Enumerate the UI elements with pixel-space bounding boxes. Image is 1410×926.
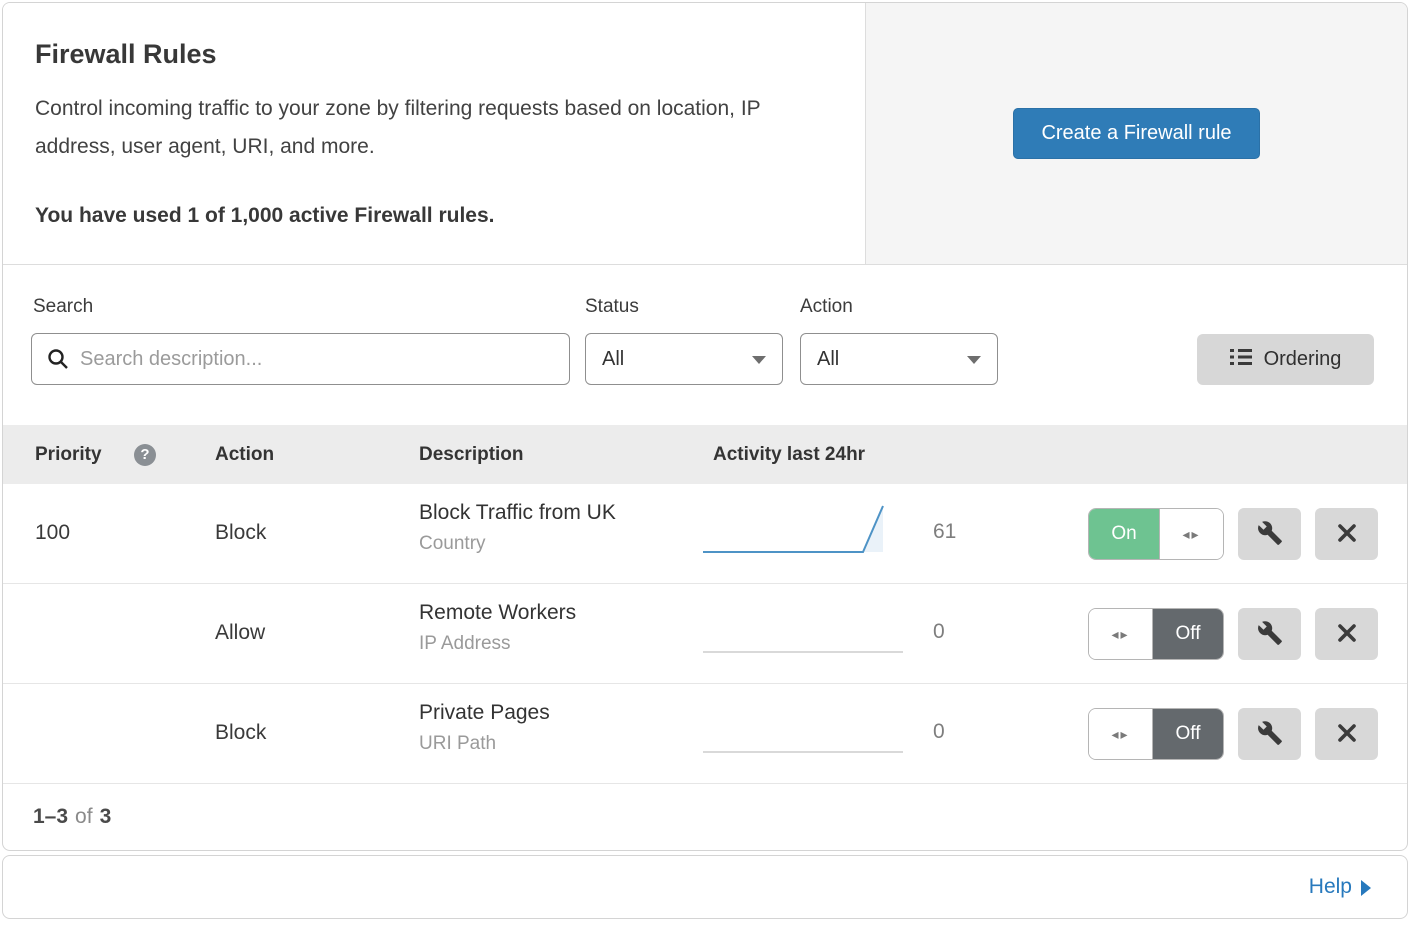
wrench-icon xyxy=(1257,720,1283,749)
rule-action: Block xyxy=(215,721,266,745)
rule-match-type: URI Path xyxy=(419,733,550,755)
delete-rule-button[interactable] xyxy=(1315,508,1378,560)
ordering-button-label: Ordering xyxy=(1264,348,1342,371)
rule-description-cell: Private Pages URI Path xyxy=(419,701,550,755)
help-footer-card: Help xyxy=(2,855,1408,919)
page-description: Control incoming traffic to your zone by… xyxy=(35,90,805,166)
rule-enabled-toggle[interactable]: ◂▸ Off xyxy=(1088,708,1224,760)
ordering-button[interactable]: Ordering xyxy=(1197,334,1374,385)
activity-count: 61 xyxy=(933,520,956,544)
pagination-of: of xyxy=(75,805,93,829)
edit-rule-button[interactable] xyxy=(1238,608,1301,660)
toggle-knob-arrows-icon: ◂▸ xyxy=(1089,709,1153,759)
usage-note: You have used 1 of 1,000 active Firewall… xyxy=(35,204,805,228)
search-label: Search xyxy=(33,296,93,318)
rule-match-type: IP Address xyxy=(419,633,576,655)
help-link-label: Help xyxy=(1309,875,1352,899)
toggle-on-label: On xyxy=(1089,509,1159,559)
rule-action: Allow xyxy=(215,621,265,645)
question-mark-icon[interactable]: ? xyxy=(134,444,156,466)
status-label: Status xyxy=(585,296,639,318)
column-header-description: Description xyxy=(419,444,524,466)
rule-description-cell: Remote Workers IP Address xyxy=(419,601,576,655)
page-title: Firewall Rules xyxy=(35,39,805,70)
rule-enabled-toggle[interactable]: On ◂▸ xyxy=(1088,508,1224,560)
close-icon xyxy=(1336,522,1358,547)
table-row: 100 Block Block Traffic from UK Country … xyxy=(3,484,1407,584)
rule-enabled-toggle[interactable]: ◂▸ Off xyxy=(1088,608,1224,660)
toggle-off-label: Off xyxy=(1153,709,1223,759)
delete-rule-button[interactable] xyxy=(1315,608,1378,660)
pagination-total: 3 xyxy=(100,805,112,829)
header-text-block: Firewall Rules Control incoming traffic … xyxy=(3,3,866,264)
help-link[interactable]: Help xyxy=(1309,875,1371,899)
activity-sparkline xyxy=(703,600,908,663)
column-header-priority: Priority xyxy=(35,444,102,466)
action-selected-value: All xyxy=(817,348,839,371)
activity-count: 0 xyxy=(933,620,945,644)
pagination-bar: 1–3 of 3 xyxy=(3,784,1407,850)
close-icon xyxy=(1336,622,1358,647)
rule-description-cell: Block Traffic from UK Country xyxy=(419,501,616,555)
search-field-wrap xyxy=(31,333,570,385)
column-header-action: Action xyxy=(215,444,274,466)
chevron-down-icon xyxy=(967,356,981,364)
table-row: Block Private Pages URI Path 0 ◂▸ Off xyxy=(3,684,1407,784)
wrench-icon xyxy=(1257,520,1283,549)
rule-description: Private Pages xyxy=(419,701,550,725)
status-select[interactable]: All xyxy=(585,333,783,385)
toggle-off-label: Off xyxy=(1153,609,1223,659)
rule-description: Remote Workers xyxy=(419,601,576,625)
activity-sparkline xyxy=(703,700,908,763)
firewall-rules-card: Firewall Rules Control incoming traffic … xyxy=(2,2,1408,851)
page-header: Firewall Rules Control incoming traffic … xyxy=(3,3,1407,265)
header-action-panel: Create a Firewall rule xyxy=(866,3,1407,264)
action-label: Action xyxy=(800,296,853,318)
rule-priority: 100 xyxy=(35,521,70,545)
toggle-knob-arrows-icon: ◂▸ xyxy=(1159,509,1223,559)
status-selected-value: All xyxy=(602,348,624,371)
activity-count: 0 xyxy=(933,720,945,744)
table-row: Allow Remote Workers IP Address 0 ◂▸ Off xyxy=(3,584,1407,684)
search-icon xyxy=(46,347,70,376)
chevron-down-icon xyxy=(752,356,766,364)
ordered-list-icon xyxy=(1230,347,1252,373)
rule-description: Block Traffic from UK xyxy=(419,501,616,525)
create-firewall-rule-button[interactable]: Create a Firewall rule xyxy=(1013,108,1259,159)
search-input[interactable] xyxy=(31,333,570,385)
action-select[interactable]: All xyxy=(800,333,998,385)
column-header-activity: Activity last 24hr xyxy=(713,444,865,466)
rule-action: Block xyxy=(215,521,266,545)
wrench-icon xyxy=(1257,620,1283,649)
arrow-right-icon xyxy=(1361,880,1371,896)
close-icon xyxy=(1336,722,1358,747)
activity-sparkline xyxy=(703,500,908,563)
toggle-knob-arrows-icon: ◂▸ xyxy=(1089,609,1153,659)
edit-rule-button[interactable] xyxy=(1238,508,1301,560)
rule-match-type: Country xyxy=(419,533,616,555)
filter-bar: Search Status All Action All xyxy=(3,265,1407,425)
pagination-range: 1–3 xyxy=(33,805,68,829)
table-header-row: Priority ? Action Description Activity l… xyxy=(3,425,1407,484)
edit-rule-button[interactable] xyxy=(1238,708,1301,760)
delete-rule-button[interactable] xyxy=(1315,708,1378,760)
